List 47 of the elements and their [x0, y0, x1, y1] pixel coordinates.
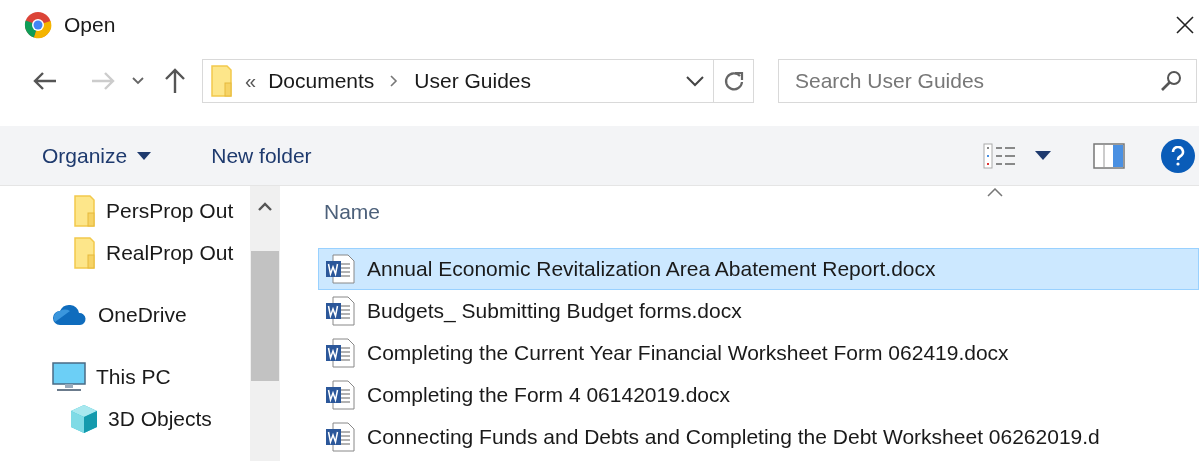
scroll-up-icon[interactable] [258, 202, 272, 211]
scrollbar-thumb[interactable] [251, 251, 279, 381]
word-document-icon [325, 338, 355, 368]
scrollbar[interactable] [250, 186, 280, 461]
nav-item[interactable]: 3D Objects [108, 403, 212, 435]
new-folder-button[interactable]: New folder [211, 139, 312, 172]
file-row[interactable]: Completing the Current Year Financial Worksheet Form 062419.docx [318, 332, 1199, 374]
file-row[interactable]: Budgets_ Submitting Budget forms.docx [318, 290, 1199, 332]
refresh-icon[interactable] [722, 70, 745, 92]
search-icon [1159, 69, 1183, 93]
overflow-chevron[interactable]: « [245, 66, 257, 96]
monitor-icon [52, 362, 86, 392]
sort-ascending-icon [987, 188, 1003, 197]
column-header[interactable]: Name [324, 196, 381, 228]
search-field[interactable]: Search User Guides [778, 59, 1197, 103]
nav-item[interactable]: This PC [96, 361, 171, 393]
cube-icon [70, 404, 98, 434]
close-icon [1175, 15, 1195, 35]
nav-item[interactable]: RealProp Out [106, 237, 234, 269]
folder-icon [211, 65, 233, 97]
nav-item[interactable]: PersProp Out [106, 195, 234, 227]
folder-icon [74, 195, 96, 227]
word-document-icon [325, 380, 355, 410]
preview-pane-button[interactable] [1093, 142, 1125, 169]
browser-logo-icon [24, 11, 52, 39]
breadcrumb[interactable]: User Guides [414, 65, 532, 97]
question-mark-icon[interactable] [1171, 145, 1185, 166]
file-row[interactable]: Connecting Funds and Debts and Completing the Debt Worksheet 06262019.d [318, 416, 1199, 458]
address-bar[interactable]: « Documents User Guides [202, 59, 754, 103]
nav-item[interactable]: OneDrive [98, 299, 187, 331]
chevron-right-icon [390, 75, 399, 87]
view-options-button[interactable] [983, 142, 1051, 169]
caret-down-icon[interactable] [686, 75, 704, 87]
word-document-icon [325, 296, 355, 326]
word-document-icon [325, 254, 355, 284]
window-title: Open [64, 12, 117, 39]
file-row[interactable]: Annual Economic Revitalization Area Abatement Report.docx [318, 248, 1199, 290]
folder-icon [74, 237, 96, 269]
caret-down-icon[interactable] [132, 77, 144, 85]
file-row[interactable]: Completing the Form 4 06142019.docx [318, 374, 1199, 416]
breadcrumb[interactable]: Documents [268, 65, 375, 97]
caret-down-icon[interactable] [137, 151, 152, 160]
organize-button[interactable]: Organize [42, 139, 152, 172]
caret-down-icon[interactable] [1035, 151, 1051, 160]
cloud-icon [52, 304, 88, 326]
help-button[interactable] [1161, 138, 1195, 173]
word-document-icon [325, 422, 355, 452]
